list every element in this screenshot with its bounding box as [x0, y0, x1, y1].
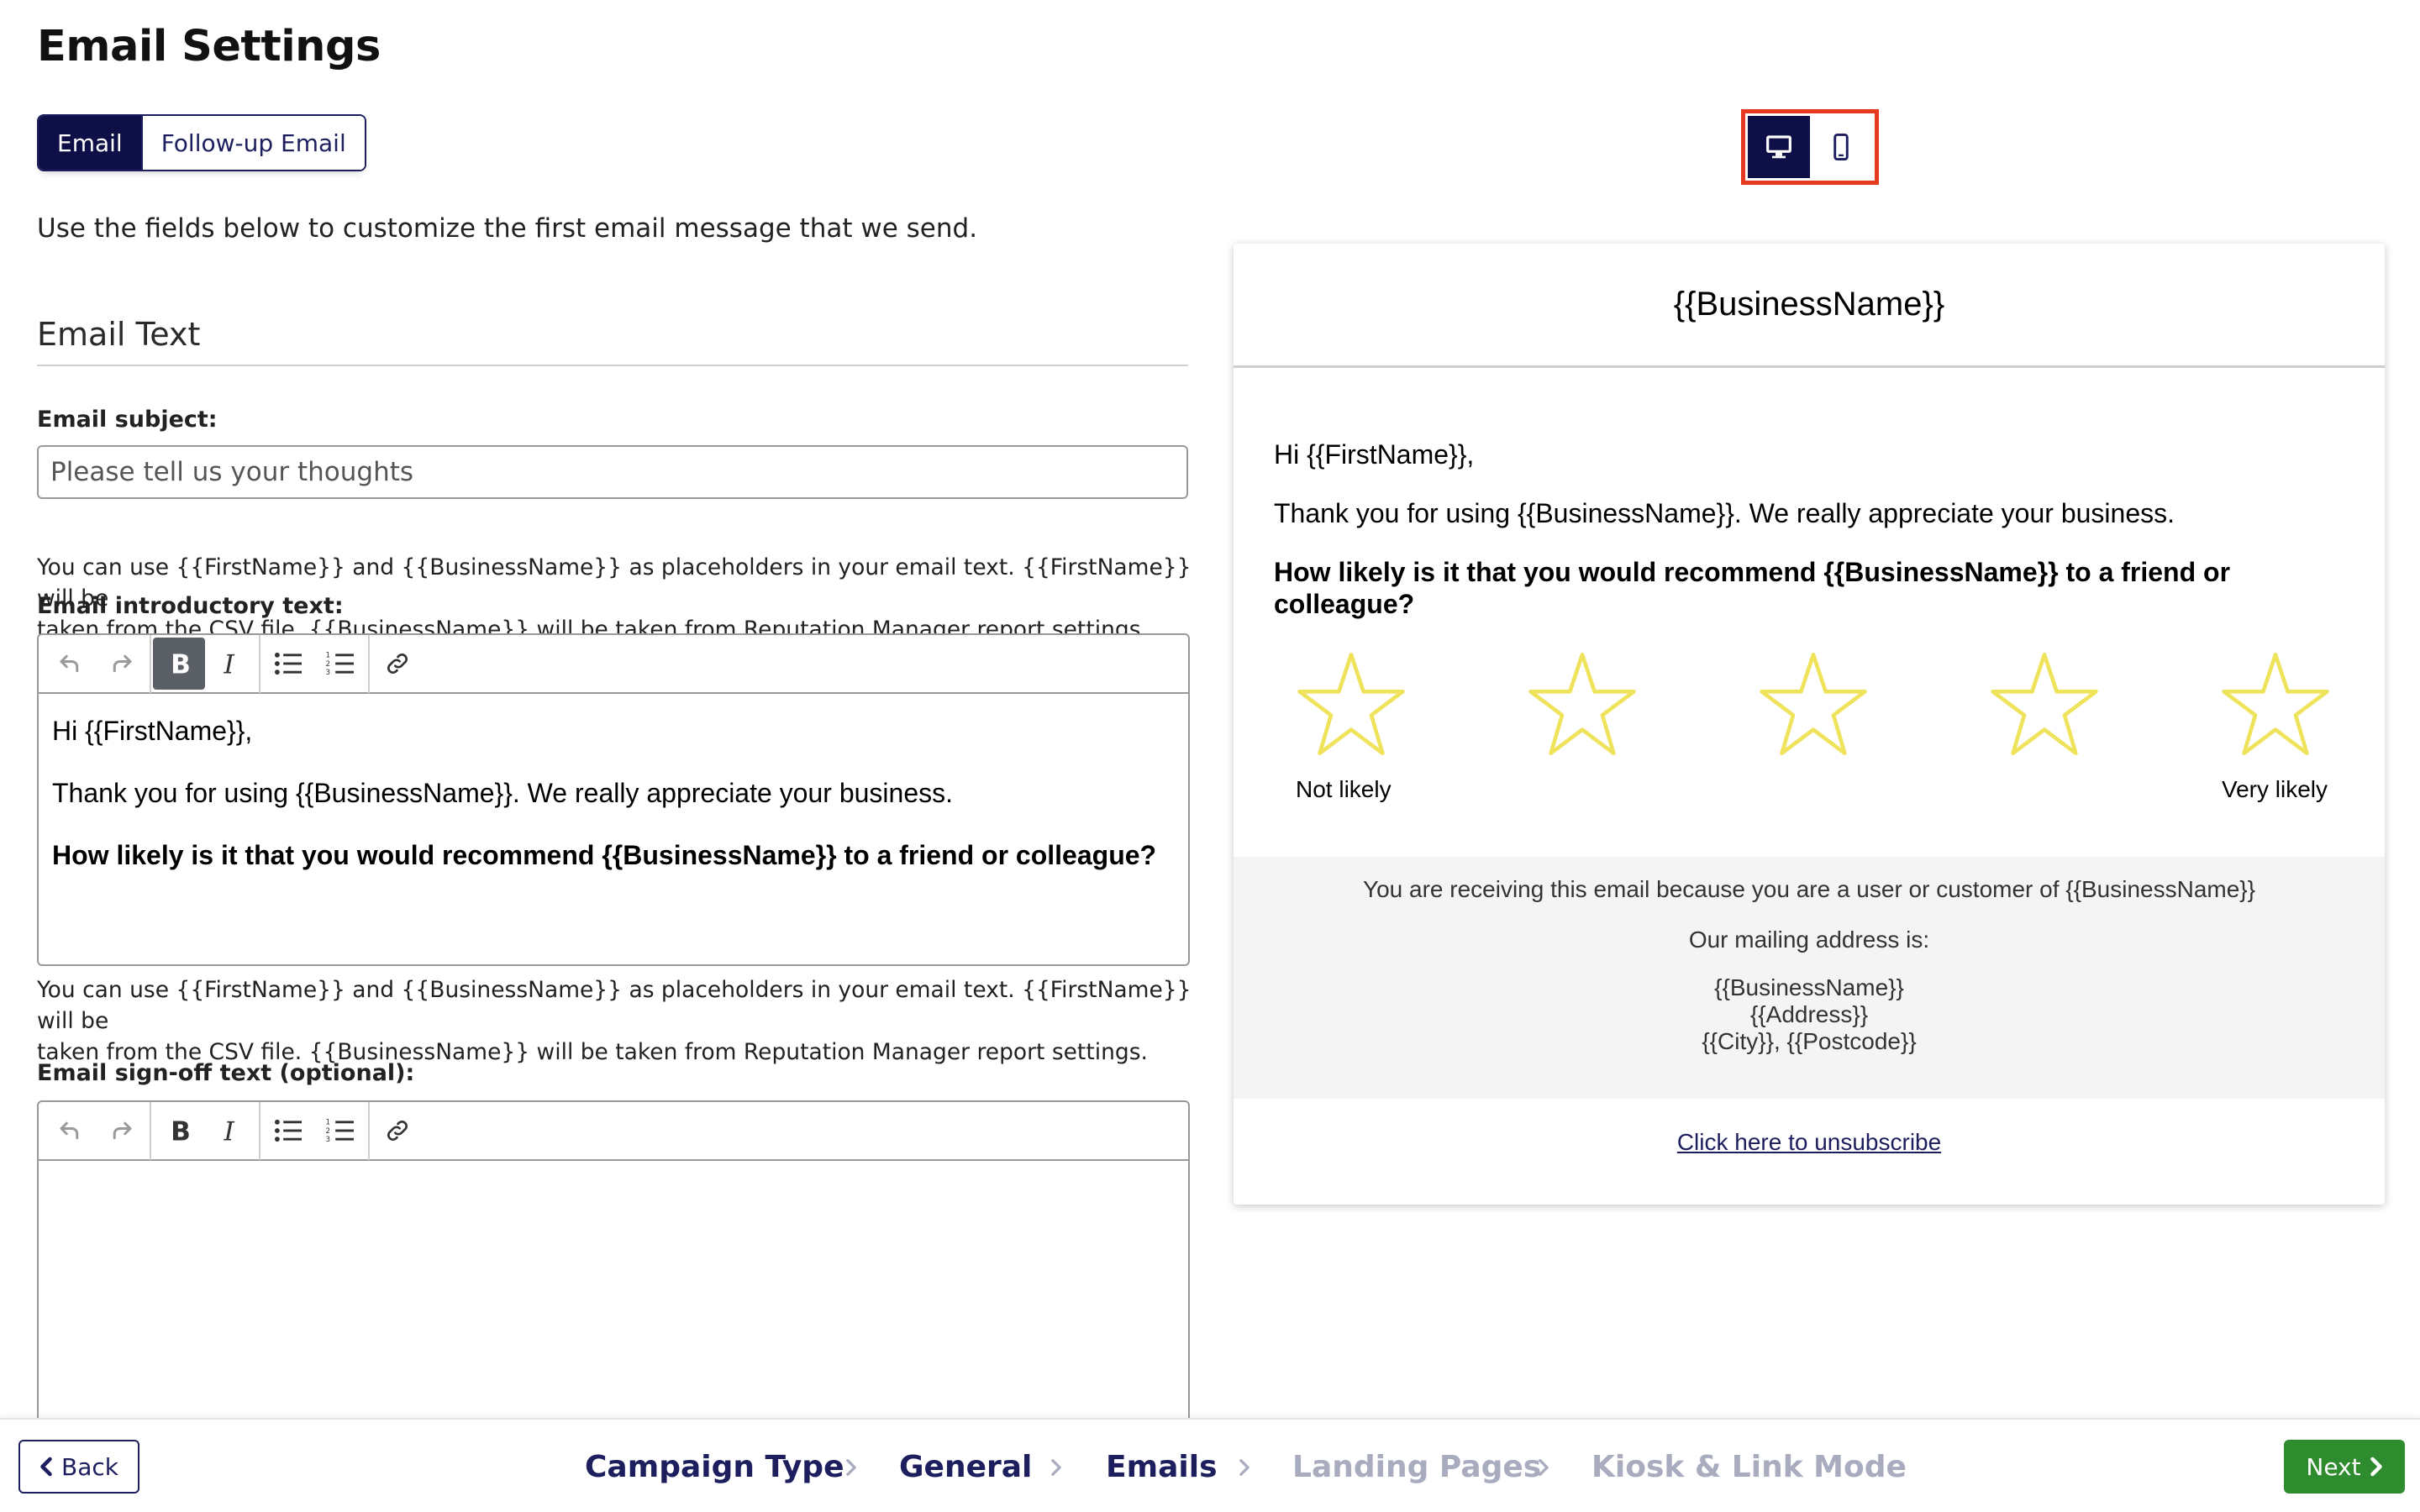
next-label: Next: [2306, 1452, 2361, 1481]
email-preview: {{BusinessName}} Hi {{FirstName}}, Thank…: [1234, 244, 2385, 1205]
star-icon[interactable]: [2217, 650, 2334, 758]
rating-stars: [1274, 650, 2344, 758]
section-divider: [37, 365, 1188, 366]
star-icon[interactable]: [1523, 650, 1641, 758]
preview-thanks: Thank you for using {{BusinessName}}. We…: [1274, 498, 2175, 528]
unsubscribe-link[interactable]: Click here to unsubscribe: [1234, 1129, 2385, 1156]
address-line: {{Address}}: [1749, 1001, 1869, 1027]
chevron-right-icon: [1239, 1459, 1249, 1476]
chevron-right-icon: [2370, 1457, 2382, 1477]
preview-question-line: How likely is it that you would recommen…: [1274, 557, 2231, 587]
redo-icon[interactable]: [96, 1105, 148, 1157]
intro-help-line: You can use {{FirstName}} and {{Business…: [37, 977, 1192, 1034]
bullet-list-icon[interactable]: [262, 638, 314, 690]
email-subject-input[interactable]: [37, 445, 1188, 499]
page-title: Email Settings: [37, 22, 381, 71]
svg-text:1: 1: [326, 1119, 331, 1127]
undo-icon[interactable]: [44, 1105, 96, 1157]
link-icon[interactable]: [371, 638, 424, 690]
intro-editor-toolbar: B I 123: [39, 635, 1188, 694]
italic-icon[interactable]: I: [205, 638, 257, 690]
mobile-icon[interactable]: [1810, 116, 1872, 178]
footer-address: {{BusinessName}} {{Address}} {{City}}, {…: [1234, 974, 2385, 1055]
numbered-list-icon[interactable]: 123: [314, 638, 366, 690]
svg-text:I: I: [224, 649, 235, 678]
preview-body: Hi {{FirstName}}, Thank you for using {{…: [1234, 368, 2385, 803]
next-button[interactable]: Next: [2284, 1440, 2405, 1494]
star-icon[interactable]: [1292, 650, 1410, 758]
footer-receiving-text: You are receiving this email because you…: [1362, 876, 2255, 902]
chevron-right-icon: [1051, 1459, 1061, 1476]
email-tabs: Email Follow-up Email: [37, 114, 366, 171]
numbered-list-icon[interactable]: 123: [314, 1105, 366, 1157]
editor-line: Hi {{FirstName}},: [52, 716, 253, 746]
wizard-footer: Back Campaign Type General Emails Landin…: [0, 1418, 2420, 1512]
step-campaign-type[interactable]: Campaign Type: [585, 1450, 844, 1484]
svg-text:2: 2: [326, 660, 331, 669]
svg-text:1: 1: [326, 652, 331, 660]
address-line: {{BusinessName}}: [1714, 974, 1904, 1000]
svg-text:3: 3: [326, 669, 331, 677]
step-landing-pages[interactable]: Landing Pages: [1292, 1450, 1541, 1484]
email-intro-label: Email introductory text:: [37, 593, 344, 619]
rating-labels: Not likely Very likely: [1274, 776, 2344, 803]
bold-icon[interactable]: B: [153, 638, 205, 690]
preview-header: {{BusinessName}}: [1234, 244, 2385, 368]
tab-follow-up-email[interactable]: Follow-up Email: [140, 116, 365, 170]
signoff-text-editor: B I 123: [37, 1100, 1190, 1436]
intro-editor-content[interactable]: Hi {{FirstName}}, Thank you for using {{…: [39, 694, 1188, 924]
signoff-editor-toolbar: B I 123: [39, 1102, 1188, 1161]
chevron-right-icon: [846, 1459, 856, 1476]
star-icon[interactable]: [1986, 650, 2103, 758]
step-kiosk-link-mode[interactable]: Kiosk & Link Mode: [1591, 1450, 1907, 1484]
undo-icon[interactable]: [44, 638, 96, 690]
star-icon[interactable]: [1754, 650, 1872, 758]
desktop-icon[interactable]: [1748, 116, 1810, 178]
svg-text:2: 2: [326, 1127, 331, 1136]
address-line: {{City}}, {{Postcode}}: [1702, 1028, 1917, 1054]
bullet-list-icon[interactable]: [262, 1105, 314, 1157]
section-heading: Email Text: [37, 316, 201, 353]
editor-line: Thank you for using {{BusinessName}}. We…: [52, 778, 953, 808]
svg-text:B: B: [171, 649, 191, 678]
chevron-right-icon: [1539, 1459, 1549, 1476]
step-general[interactable]: General: [899, 1450, 1032, 1484]
device-preview-toggle: [1741, 109, 1879, 185]
preview-question-line: colleague?: [1274, 589, 1415, 619]
link-icon[interactable]: [371, 1105, 424, 1157]
tab-email[interactable]: Email: [39, 116, 141, 170]
intro-text-editor: B I 123 Hi {{FirstName}}, Thank you for …: [37, 633, 1190, 966]
signoff-editor-content[interactable]: [39, 1161, 1188, 1430]
editor-line: How likely is it that you would recommen…: [52, 840, 1157, 870]
preview-greeting: Hi {{FirstName}},: [1274, 439, 1475, 470]
rating-label-high: Very likely: [2221, 776, 2328, 802]
bold-icon[interactable]: B: [153, 1105, 205, 1157]
preview-question: How likely is it that you would recommen…: [1274, 556, 2344, 620]
footer-mailing-label: Our mailing address is:: [1688, 927, 1930, 953]
intro-text: Use the fields below to customize the fi…: [37, 213, 978, 244]
intro-help-text: You can use {{FirstName}} and {{Business…: [37, 974, 1197, 1068]
redo-icon[interactable]: [96, 638, 148, 690]
italic-icon[interactable]: I: [205, 1105, 257, 1157]
svg-text:B: B: [171, 1116, 191, 1145]
wizard-steps: Campaign Type General Emails Landing Pag…: [0, 1420, 2420, 1512]
step-emails[interactable]: Emails: [1106, 1450, 1218, 1484]
svg-text:I: I: [224, 1116, 235, 1145]
rating-label-low: Not likely: [1296, 776, 1392, 802]
svg-text:3: 3: [326, 1136, 331, 1144]
email-subject-label: Email subject:: [37, 407, 218, 433]
email-signoff-label: Email sign-off text (optional):: [37, 1060, 415, 1086]
preview-footer: You are receiving this email because you…: [1234, 857, 2385, 1099]
